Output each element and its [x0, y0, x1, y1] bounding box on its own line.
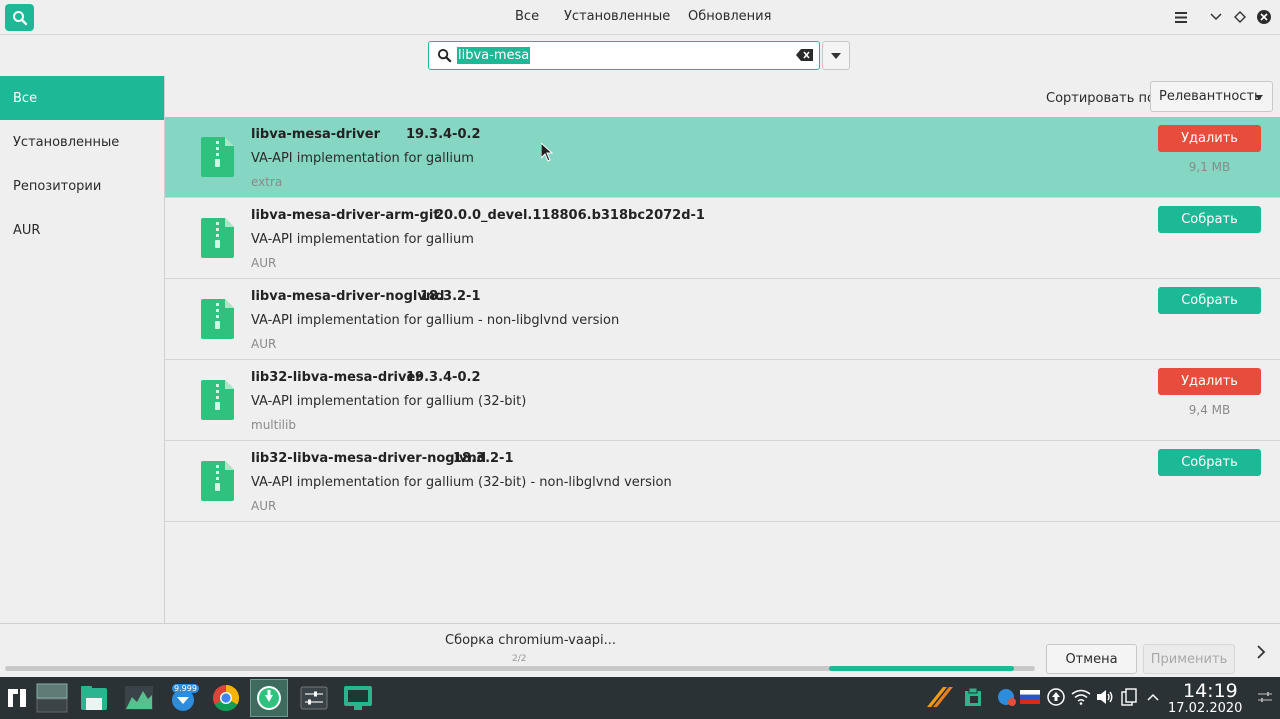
search-mode-dropdown[interactable]	[822, 41, 850, 70]
sort-label: Сортировать по	[1046, 91, 1155, 106]
search-input[interactable]: libva-mesa	[428, 41, 820, 70]
package-description: VA-API implementation for gallium (32-bi…	[251, 475, 672, 490]
header-bar: Все Установленные Обновления	[0, 0, 1280, 35]
package-name: lib32-libva-mesa-driver	[251, 370, 422, 385]
package-manager-icon[interactable]	[250, 679, 288, 717]
volume-icon[interactable]	[1095, 687, 1115, 707]
task-status-text: Сборка chromium-vaapi...	[445, 633, 617, 648]
package-list: libva-mesa-driver 19.3.4-0.2 VA-API impl…	[165, 117, 1280, 522]
package-description: VA-API implementation for gallium	[251, 232, 474, 247]
sidebar-item-label: Установленные	[13, 134, 120, 150]
package-repo: AUR	[251, 337, 277, 351]
chrome-browser-icon[interactable]	[207, 679, 245, 717]
package-archive-icon	[201, 461, 234, 501]
sidebar-item-installed[interactable]: Установленные	[0, 120, 164, 164]
mail-unread-badge: 9.999	[172, 684, 199, 693]
package-version: 19.3.4-0.2	[406, 127, 481, 142]
package-name: libva-mesa-driver-arm-git	[251, 208, 440, 223]
panel-settings-icon[interactable]	[1256, 687, 1274, 707]
package-repo: multilib	[251, 418, 296, 432]
clear-search-icon[interactable]	[796, 49, 813, 61]
transaction-bar: Сборка chromium-vaapi... 2/2 Отмена Прим…	[0, 623, 1280, 677]
package-row[interactable]: libva-mesa-driver 19.3.4-0.2 VA-API impl…	[165, 117, 1280, 198]
package-version: 19.3.4-0.2	[406, 370, 481, 385]
package-name: lib32-libva-mesa-driver-noglvnd	[251, 451, 487, 466]
maximize-icon[interactable]	[1231, 8, 1249, 26]
clipboard-history-icon[interactable]	[1119, 687, 1139, 707]
caret-down-icon	[831, 52, 841, 59]
sidebar-item-label: Репозитории	[13, 178, 102, 194]
tab-updates[interactable]: Обновления	[688, 9, 771, 24]
file-manager-icon[interactable]	[75, 679, 113, 717]
package-archive-icon	[201, 218, 234, 258]
package-archive-icon	[201, 137, 234, 177]
clock-time[interactable]: 14:19	[1183, 680, 1238, 702]
sort-select[interactable]: Релевантность	[1150, 81, 1273, 112]
sidebar-item-repositories[interactable]: Репозитории	[0, 164, 164, 208]
search-icon	[12, 10, 27, 25]
notifications-icon[interactable]	[997, 687, 1017, 707]
settings-panel-icon[interactable]	[295, 679, 333, 717]
keyboard-layout-icon[interactable]	[1020, 687, 1040, 707]
caret-down-icon	[1255, 95, 1263, 100]
package-archive-icon	[201, 380, 234, 420]
search-value: libva-mesa	[457, 47, 531, 64]
remove-button[interactable]: Удалить	[1158, 368, 1261, 395]
screenshot-tool-icon[interactable]	[339, 679, 377, 717]
progress-bar	[5, 666, 1035, 671]
sidebar-item-all[interactable]: Все	[0, 76, 164, 120]
mouse-cursor-icon	[541, 143, 553, 162]
package-row[interactable]: lib32-libva-mesa-driver-noglvnd 18.3.2-1…	[165, 441, 1280, 522]
system-monitor-icon[interactable]	[120, 679, 158, 717]
clipboard-icon[interactable]	[963, 687, 983, 707]
package-name: libva-mesa-driver-noglvnd	[251, 289, 445, 304]
package-description: VA-API implementation for gallium (32-bi…	[251, 394, 527, 409]
package-version: 18.3.2-1	[453, 451, 514, 466]
start-menu-icon[interactable]	[0, 679, 34, 717]
progress-fill	[829, 666, 1015, 671]
search-toggle-button[interactable]	[5, 4, 34, 31]
desktop-pager-icon[interactable]	[33, 679, 71, 717]
package-row[interactable]: libva-mesa-driver-arm-git 20.0.0_devel.1…	[165, 198, 1280, 279]
color-picker-icon[interactable]	[925, 687, 955, 707]
tray-expand-icon[interactable]	[1143, 687, 1163, 707]
tab-installed[interactable]: Установленные	[564, 9, 670, 24]
wifi-icon[interactable]	[1071, 687, 1091, 707]
package-repo: AUR	[251, 499, 277, 513]
updates-icon[interactable]	[1046, 687, 1066, 707]
package-size: 9,4 MB	[1188, 403, 1231, 417]
sidebar-item-label: Все	[13, 90, 38, 106]
build-button[interactable]: Собрать	[1158, 206, 1261, 233]
task-count: 2/2	[512, 654, 527, 664]
sidebar-item-aur[interactable]: AUR	[0, 208, 164, 252]
close-icon[interactable]	[1255, 8, 1273, 26]
build-button[interactable]: Собрать	[1158, 449, 1261, 476]
sidebar-item-label: AUR	[13, 222, 41, 238]
package-version: 18.3.2-1	[420, 289, 481, 304]
package-repo: extra	[251, 175, 283, 189]
package-name: libva-mesa-driver	[251, 127, 381, 142]
clock-date[interactable]: 17.02.2020	[1168, 701, 1242, 716]
package-size: 9,1 MB	[1188, 160, 1231, 174]
cancel-button[interactable]: Отмена	[1046, 644, 1137, 674]
package-repo: AUR	[251, 256, 277, 270]
details-arrow-icon[interactable]	[1251, 642, 1271, 662]
taskbar: 9.999 14:19 17.02.2020	[0, 677, 1280, 719]
sidebar: Все Установленные Репозитории AUR	[0, 76, 165, 623]
remove-button[interactable]: Удалить	[1158, 125, 1261, 152]
package-description: VA-API implementation for gallium	[251, 151, 474, 166]
sort-selected-value: Релевантность	[1159, 89, 1262, 104]
package-row[interactable]: lib32-libva-mesa-driver 19.3.4-0.2 VA-AP…	[165, 360, 1280, 441]
minimize-icon[interactable]	[1207, 8, 1225, 26]
build-button[interactable]: Собрать	[1158, 287, 1261, 314]
package-archive-icon	[201, 299, 234, 339]
package-row[interactable]: libva-mesa-driver-noglvnd 18.3.2-1 VA-AP…	[165, 279, 1280, 360]
tab-all[interactable]: Все	[515, 9, 539, 24]
package-description: VA-API implementation for gallium - non-…	[251, 313, 620, 328]
search-icon	[437, 48, 452, 63]
hamburger-menu-icon[interactable]	[1172, 8, 1190, 26]
package-version: 20.0.0_devel.118806.b318bc2072d-1	[435, 208, 705, 223]
apply-button: Применить	[1143, 644, 1235, 674]
